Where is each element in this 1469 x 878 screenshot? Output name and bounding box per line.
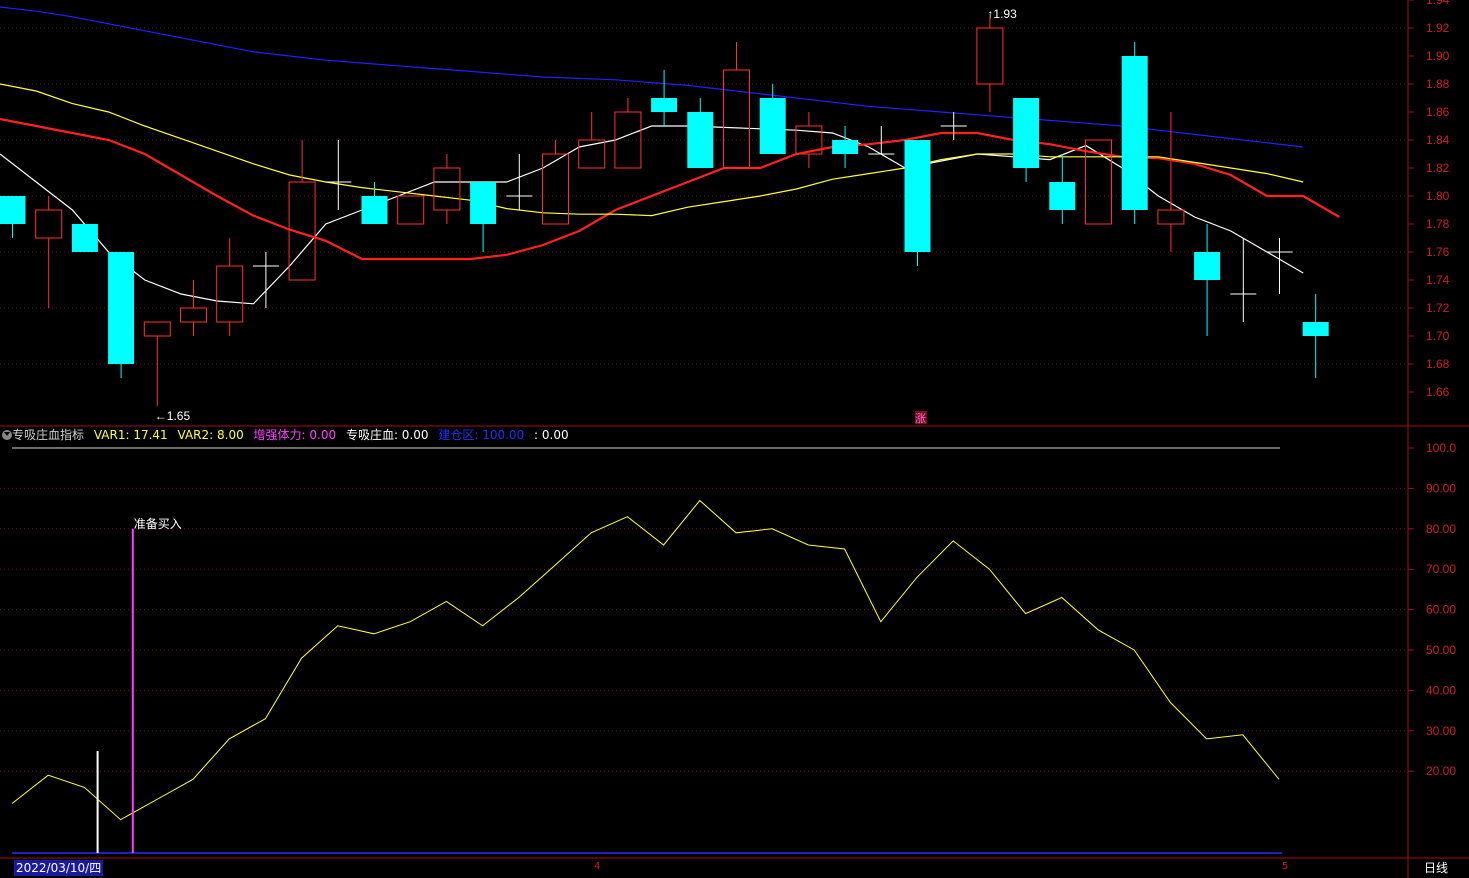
candle — [0, 196, 26, 238]
indicator-tick-label: 100.0 — [1426, 441, 1456, 455]
candle-body — [470, 182, 497, 224]
price-axis: 1.94 1.92 1.90 1.88 1.86 1.84 1.82 1.80 1.78 1.76… — [1408, 0, 1456, 778]
indicator-tick-label: 50.00 — [1426, 643, 1456, 657]
candle — [288, 140, 316, 281]
indicator-panel[interactable]: 准备买入 — [11, 447, 1282, 854]
candle-body — [1049, 182, 1076, 210]
candle-body — [759, 98, 786, 154]
extreme-label: ←1.65 — [155, 409, 191, 423]
candle-body — [904, 140, 931, 252]
candle — [723, 42, 750, 169]
price-tick-label: 1.88 — [1426, 77, 1450, 91]
candle-body — [361, 196, 388, 224]
candle — [1013, 98, 1040, 182]
candle-body — [687, 112, 714, 168]
var2-value: VAR2: 8.00 — [177, 428, 244, 442]
candle-body — [397, 195, 425, 225]
price-tick-label: 1.80 — [1426, 189, 1450, 203]
candle — [651, 70, 678, 126]
indicator-legend: 专吸庄血指标 VAR1: 17.41 VAR2: 8.00 增强体力: 0.00… — [0, 426, 1408, 444]
candle-body — [723, 69, 750, 169]
candle — [578, 112, 606, 169]
indicator-line — [11, 499, 1280, 821]
indicator-tick-label: 70.00 — [1426, 562, 1456, 576]
moving-average-line — [0, 125, 1304, 305]
collapse-toggle-icon[interactable] — [2, 430, 12, 440]
candle — [506, 154, 533, 210]
candle-body — [1121, 56, 1148, 210]
candle — [614, 98, 642, 169]
candle — [1049, 154, 1076, 224]
month-5-label: 5 — [1282, 861, 1289, 872]
candle-body — [180, 307, 207, 323]
candle — [397, 195, 425, 225]
tail-value: : 0.00 — [534, 428, 569, 442]
price-tick-label: 1.66 — [1426, 385, 1450, 399]
candle — [470, 182, 497, 252]
price-tick-label: 1.94 — [1426, 0, 1450, 7]
candle-body — [651, 98, 678, 112]
candle-body — [1013, 98, 1040, 168]
indicator-name[interactable]: 专吸庄血指标 — [12, 428, 84, 442]
price-tick-label: 1.70 — [1426, 329, 1450, 343]
period-selector[interactable]: 日线 — [1424, 860, 1448, 876]
candle — [108, 252, 135, 378]
price-tick-label: 1.92 — [1426, 21, 1450, 35]
candle — [832, 126, 859, 168]
price-tick-label: 1.82 — [1426, 161, 1450, 175]
candle-body — [1302, 322, 1329, 336]
candle-body — [433, 167, 461, 211]
candle — [35, 196, 63, 308]
indicator-tick-label: 60.00 — [1426, 603, 1456, 617]
main-price-panel[interactable]: ←1.65 ↑1.93 涨 — [0, 6, 1340, 425]
candle-body — [216, 265, 244, 323]
candle — [433, 154, 461, 224]
price-tick-label: 1.78 — [1426, 217, 1450, 231]
candle — [542, 140, 569, 225]
candle — [940, 112, 967, 140]
candle-body — [108, 252, 135, 364]
candle — [1266, 238, 1293, 294]
indicator-tick-label: 80.00 — [1426, 522, 1456, 536]
candle — [1230, 238, 1257, 322]
candle — [216, 238, 244, 336]
month-4-label: 4 — [594, 861, 601, 872]
candle — [1194, 224, 1221, 336]
price-tick-label: 1.76 — [1426, 245, 1450, 259]
candle-body — [143, 321, 171, 337]
candle — [976, 14, 1004, 112]
candle-body — [1157, 209, 1185, 225]
zengqiang-value: 增强体力: 0.00 — [253, 428, 337, 442]
candle-body — [35, 209, 63, 239]
price-tick-label: 1.90 — [1426, 49, 1450, 63]
candle — [1121, 42, 1148, 224]
rise-marker: 涨 — [915, 412, 926, 425]
jianduqu-value: 建仓区: 100.00 — [438, 428, 525, 442]
indicator-tick-label: 40.00 — [1426, 683, 1456, 697]
candle — [71, 224, 98, 252]
extreme-label: ↑1.93 — [987, 7, 1017, 21]
candle — [1302, 294, 1329, 378]
price-tick-label: 1.68 — [1426, 357, 1450, 371]
price-tick-label: 1.72 — [1426, 301, 1450, 315]
candle — [325, 140, 352, 210]
price-tick-label: 1.74 — [1426, 273, 1450, 287]
candle-body — [832, 140, 859, 154]
indicator-tick-label: 30.00 — [1426, 724, 1456, 738]
price-tick-label: 1.86 — [1426, 105, 1450, 119]
indicator-tick-label: 20.00 — [1426, 764, 1456, 778]
candle-body — [976, 27, 1004, 85]
candle-body — [71, 224, 98, 252]
candle — [904, 140, 931, 266]
var1-value: VAR1: 17.41 — [93, 428, 168, 442]
price-tick-label: 1.84 — [1426, 133, 1450, 147]
signal-label: 准备买入 — [134, 517, 182, 531]
candle — [180, 280, 207, 336]
candle-body — [0, 196, 26, 224]
candle-body — [1194, 252, 1221, 280]
indicator-tick-label: 90.00 — [1426, 481, 1456, 495]
cursor-date-label: 2022/03/10/四 — [14, 860, 104, 876]
candle — [687, 98, 714, 168]
zhuanxi-value: 专吸庄血: 0.00 — [345, 428, 429, 442]
